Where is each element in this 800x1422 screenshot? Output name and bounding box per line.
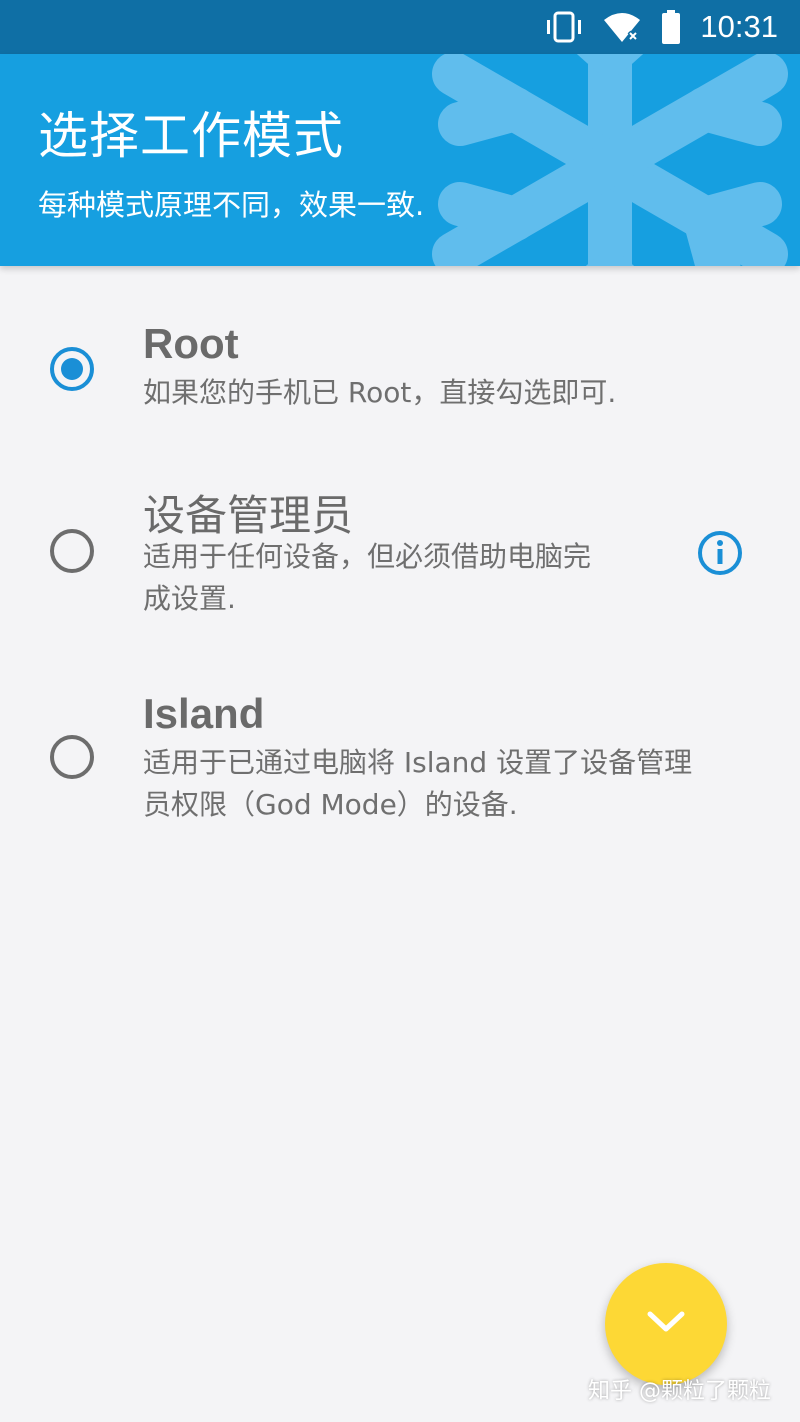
header: 选择工作模式 每种模式原理不同，效果一致. (0, 54, 800, 266)
watermark: 知乎 @颗粒了颗粒 (588, 1379, 771, 1404)
option-device-admin-description: 适用于任何设备，但必须借助电脑完 成设置. (143, 536, 591, 620)
status-time: 10:31 (700, 9, 778, 44)
radio-island[interactable] (50, 735, 94, 779)
page-subtitle: 每种模式原理不同，效果一致. (38, 188, 425, 222)
vibrate-icon (544, 10, 584, 44)
option-device-admin-description-line: 适用于任何设备，但必须借助电脑完 (143, 540, 592, 573)
option-device-admin[interactable]: 设备管理员 适用于任何设备，但必须借助电脑完 成设置. (0, 470, 800, 640)
next-fab-button[interactable] (605, 1263, 727, 1385)
option-device-admin-title: 设备管理员 (143, 491, 354, 540)
chevron-down-icon (646, 1310, 686, 1338)
radio-root[interactable] (50, 347, 94, 391)
option-island-title: Island (143, 690, 265, 737)
info-icon[interactable] (697, 530, 743, 580)
option-root-description-line: 如果您的手机已 Root，直接勾选即可. (143, 376, 617, 409)
option-island-description: 适用于已通过电脑将 Island 设置了设备管理 员权限（God Mode）的设… (143, 742, 692, 826)
option-root-description: 如果您的手机已 Root，直接勾选即可. (143, 372, 616, 414)
radio-device-admin[interactable] (50, 529, 94, 573)
wifi-icon (602, 10, 642, 44)
status-bar: 10:31 (0, 0, 800, 54)
status-icons: 10:31 (544, 8, 778, 46)
option-island[interactable]: Island 适用于已通过电脑将 Island 设置了设备管理 员权限（God … (0, 680, 800, 840)
snowflake-decoration (432, 54, 788, 266)
option-device-admin-description-line: 成设置. (143, 582, 236, 615)
option-root-title: Root (143, 320, 239, 367)
option-island-description-line: 适用于已通过电脑将 Island 设置了设备管理 (143, 746, 693, 779)
option-island-description-line: 员权限（God Mode）的设备. (143, 788, 518, 821)
option-root[interactable]: Root 如果您的手机已 Root，直接勾选即可. (0, 300, 800, 450)
battery-icon (660, 9, 682, 45)
page-title: 选择工作模式 (38, 107, 344, 165)
